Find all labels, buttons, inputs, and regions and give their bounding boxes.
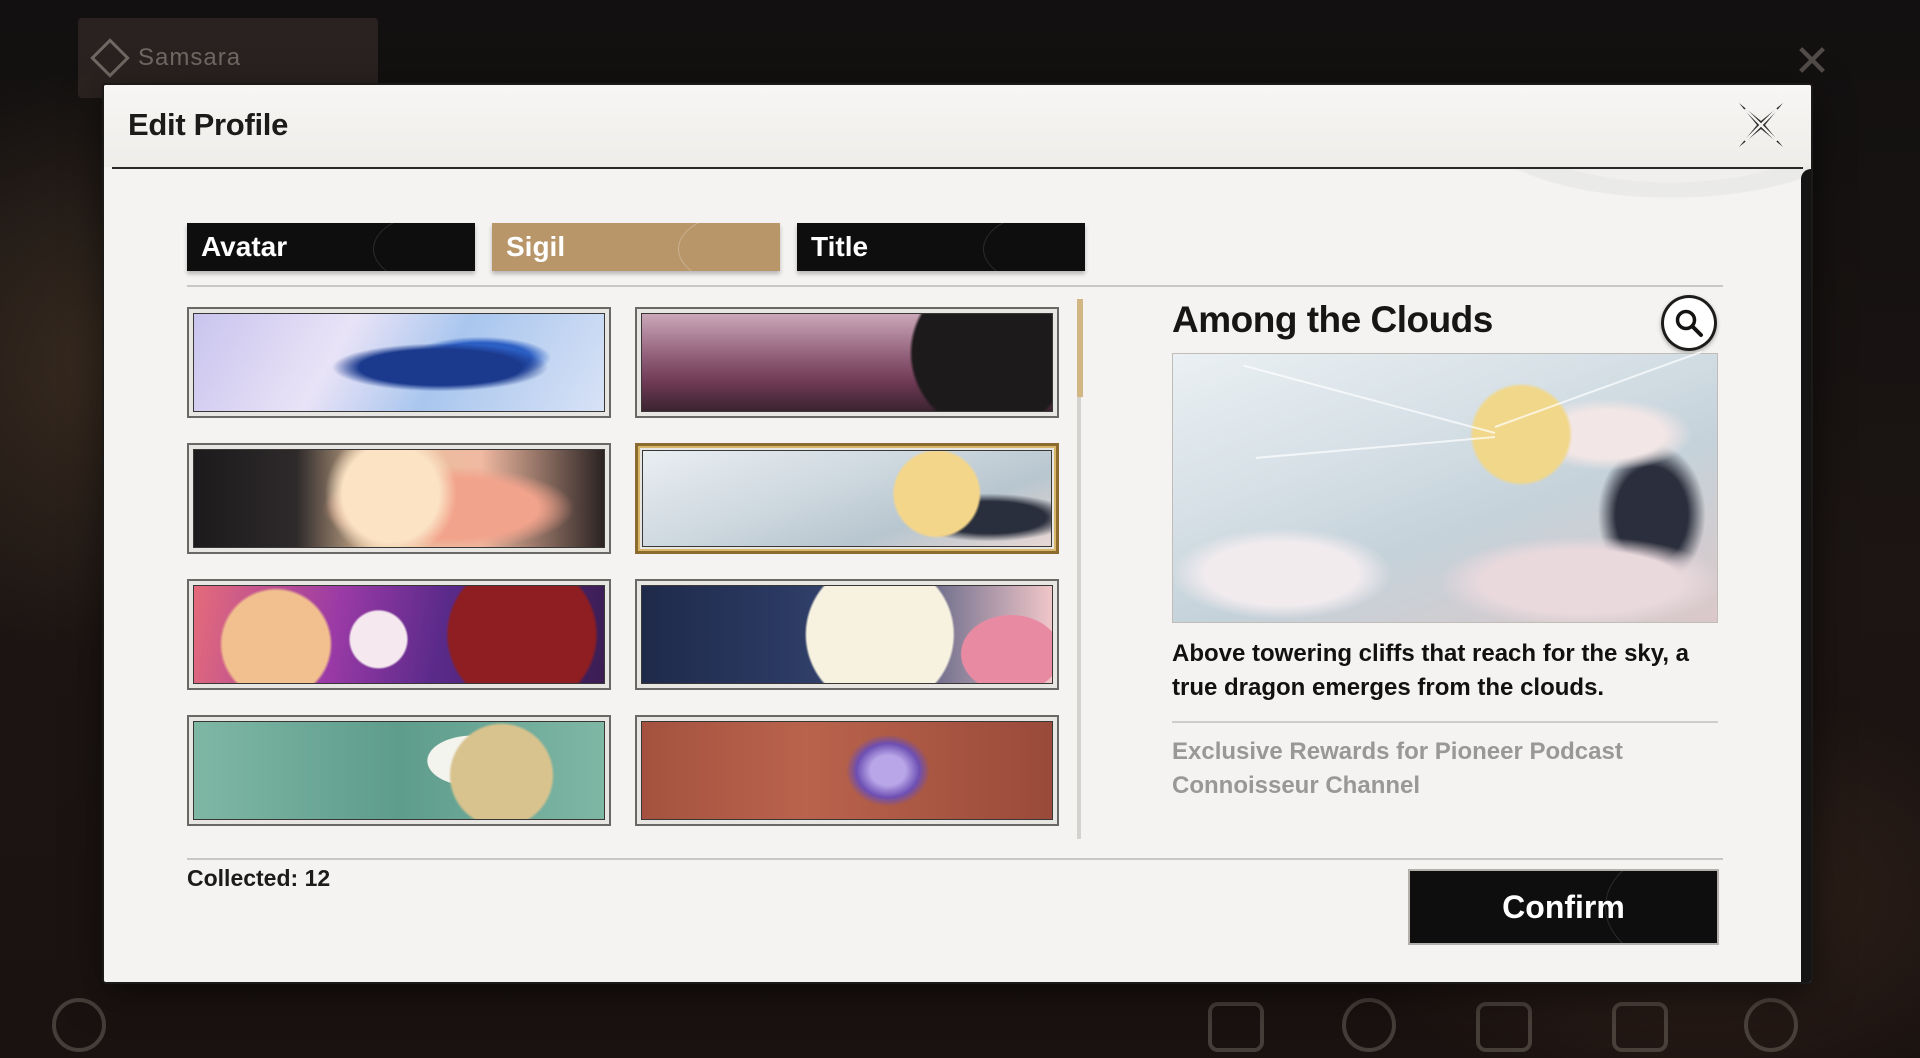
confirm-button-label: Confirm	[1502, 888, 1625, 925]
sigil-art	[641, 721, 1053, 820]
sigil-source: Exclusive Rewards for Pioneer Podcast Co…	[1172, 738, 1623, 799]
sigil-art	[193, 313, 605, 412]
sigil-card[interactable]	[635, 579, 1059, 690]
modal-edge-decoration	[1801, 169, 1811, 982]
sigil-name: Among the Clouds	[1172, 299, 1493, 340]
tab-sigil-label: Sigil	[506, 231, 566, 262]
tab-title[interactable]: Title	[797, 223, 1085, 271]
sigil-preview-image	[1172, 350, 1718, 623]
sigil-card[interactable]	[187, 443, 611, 554]
bookmark-icon	[1476, 1002, 1532, 1052]
collected-count: Collected: 12	[187, 865, 331, 891]
preview-zoom-button[interactable]	[1661, 295, 1717, 351]
sigil-description: Above towering cliffs that reach for the…	[1172, 640, 1690, 701]
sigil-card-selected[interactable]	[635, 443, 1059, 554]
sigil-card[interactable]	[635, 307, 1059, 418]
edit-profile-modal: Edit Profile Avatar Sigil Title Among th…	[104, 85, 1811, 982]
close-x-icon	[1739, 103, 1783, 147]
sigil-card[interactable]	[187, 307, 611, 418]
preview-light-ray	[1255, 436, 1496, 459]
settings-icon	[1744, 998, 1798, 1052]
sigil-card[interactable]	[187, 579, 611, 690]
tabs-divider	[187, 285, 1723, 287]
sigil-grid	[187, 307, 1063, 844]
sigil-art	[193, 721, 605, 820]
sigil-art	[641, 313, 1053, 412]
detail-divider	[1172, 721, 1718, 723]
background-close-icon: ✕	[1793, 37, 1831, 86]
power-icon	[52, 998, 106, 1052]
close-button[interactable]	[1735, 99, 1787, 151]
location-label: Samsara	[138, 44, 242, 71]
sigil-art	[641, 585, 1053, 684]
modal-header: Edit Profile	[104, 85, 1811, 167]
tab-title-label: Title	[811, 231, 869, 262]
tab-avatar-label: Avatar	[201, 231, 288, 262]
camera-icon	[1612, 1002, 1668, 1052]
confirm-button[interactable]: Confirm	[1410, 871, 1717, 943]
magnifier-icon	[1675, 309, 1703, 337]
header-divider	[112, 167, 1803, 169]
tab-avatar[interactable]: Avatar	[187, 223, 475, 271]
sigil-card[interactable]	[187, 715, 611, 826]
background-bottom-bar	[0, 978, 1920, 1058]
sigil-art	[642, 450, 1052, 547]
sigil-art	[193, 449, 605, 548]
mail-icon	[1208, 1002, 1264, 1052]
grid-scrollbar-thumb[interactable]	[1077, 299, 1083, 397]
sigil-card[interactable]	[635, 715, 1059, 826]
clock-icon	[1342, 998, 1396, 1052]
sigil-art	[193, 585, 605, 684]
preview-light-ray	[1494, 350, 1703, 428]
preview-light-ray	[1243, 364, 1496, 434]
location-diamond-icon	[90, 38, 130, 78]
modal-title: Edit Profile	[128, 107, 289, 142]
footer-divider	[187, 858, 1723, 860]
tab-sigil[interactable]: Sigil	[492, 223, 780, 271]
